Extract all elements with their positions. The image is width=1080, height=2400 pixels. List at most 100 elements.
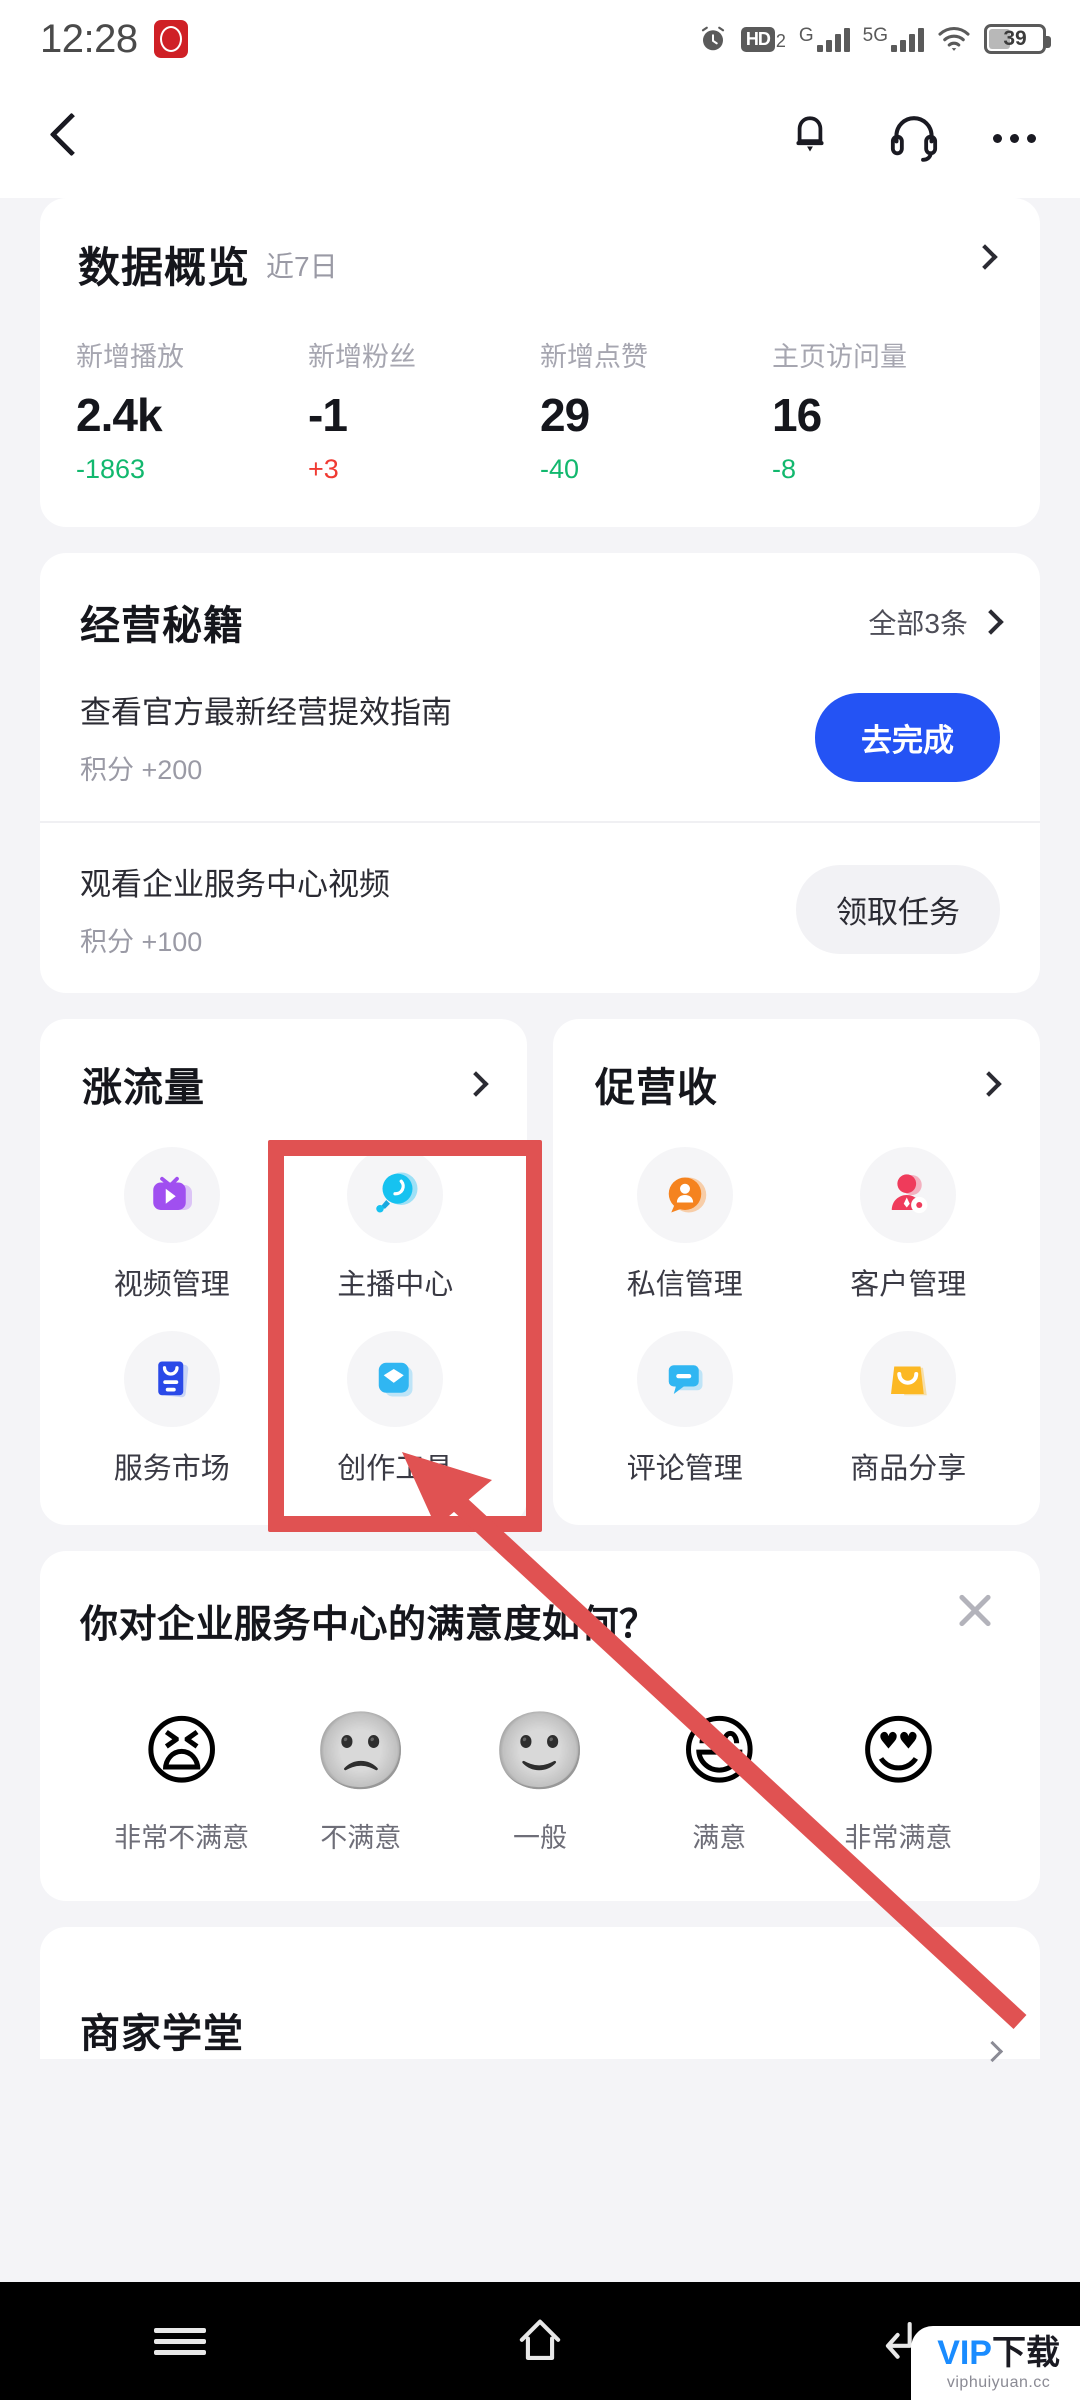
metric-delta: -8: [772, 454, 797, 484]
satisfaction-survey-card: 你对企业服务中心的满意度如何？ 😫 非常不满意 🙁 不满意 🙂 一般 😄 满意 …: [40, 1551, 1040, 1901]
survey-option[interactable]: 😍 非常满意: [809, 1704, 988, 1855]
task-action-button[interactable]: 去完成: [815, 692, 1000, 782]
wifi-icon: [938, 26, 970, 51]
survey-option-label: 满意: [692, 1823, 747, 1853]
survey-option-label: 非常满意: [844, 1823, 953, 1853]
chevron-right-icon: [978, 609, 1004, 635]
private-message-icon: [636, 1147, 733, 1243]
panel-traffic-growth: 涨流量 视频管理 主播中心 服务市场 创作工具: [40, 1019, 527, 1525]
watermark-site: viphuiyuan.cc: [946, 2374, 1051, 2391]
metric-value: 16: [772, 389, 822, 441]
tile-creator-tools[interactable]: 创作工具: [284, 1331, 508, 1487]
overview-period: 近7日: [266, 250, 338, 282]
merchant-academy-card[interactable]: 商家学堂: [40, 1927, 1040, 2063]
metric-label: 新增粉丝: [308, 342, 416, 372]
status-bar-right: HD 2 G 5G 39: [698, 24, 1051, 54]
tile-service-market[interactable]: 服务市场: [60, 1331, 284, 1487]
tile-customer-manage[interactable]: 客户管理: [797, 1147, 1021, 1303]
task-title: 观看企业服务中心视频: [80, 867, 390, 902]
tile-product-share[interactable]: 商品分享: [797, 1331, 1021, 1487]
task-claim-button[interactable]: 领取任务: [796, 864, 1000, 954]
metric-item[interactable]: 新增粉丝 -1 +3: [308, 335, 540, 485]
tile-video-manage[interactable]: 视频管理: [60, 1147, 284, 1303]
tile-label: 服务市场: [113, 1453, 230, 1485]
panel-tiles: 视频管理 主播中心 服务市场 创作工具: [60, 1147, 507, 1487]
survey-option[interactable]: 😄 满意: [630, 1704, 809, 1855]
signal-5g-icon: 5G: [863, 26, 924, 52]
task-points: 积分 +100: [80, 927, 203, 957]
metric-label: 新增点赞: [540, 342, 648, 372]
survey-option-label: 不满意: [320, 1823, 402, 1853]
emoji-neutral: 🙂: [492, 1709, 588, 1794]
panel-header[interactable]: 促营收: [573, 1055, 1020, 1113]
metric-label: 新增播放: [76, 342, 184, 372]
metrics-row: 新增播放 2.4k -1863 新增粉丝 -1 +3 新增点赞 29 -40 主…: [40, 295, 1040, 527]
cctv-icon: [153, 20, 188, 58]
panel-title: 促营收: [595, 1066, 718, 1110]
tile-label: 创作工具: [337, 1453, 454, 1485]
tile-label: 私信管理: [626, 1269, 743, 1301]
phone-screen: 12:28 HD 2 G 5G 39 数据概览 近7日 新增播放 2.4k -1…: [0, 0, 1080, 2400]
tile-label: 视频管理: [113, 1269, 230, 1301]
chevron-right-icon[interactable]: [463, 1071, 489, 1097]
survey-body: 你对企业服务中心的满意度如何？ 😫 非常不满意 🙁 不满意 🙂 一般 😄 满意 …: [40, 1551, 1040, 1901]
home-icon[interactable]: [480, 2282, 600, 2400]
emoji-dissatisfied: 🙁: [313, 1709, 409, 1794]
task-info: 查看官方最新经营提效指南 积分 +200: [80, 687, 452, 787]
watermark: VIP下载 viphuiyuan.cc: [911, 2326, 1080, 2400]
metric-item[interactable]: 新增点赞 29 -40: [540, 335, 772, 485]
signal-g-label: G: [798, 25, 814, 46]
panel-tiles: 私信管理 客户管理 评论管理 商品分享: [573, 1147, 1020, 1487]
tile-label: 主播中心: [337, 1269, 454, 1301]
signal-5g-bars: [891, 26, 924, 52]
close-icon[interactable]: [954, 1589, 996, 1631]
tile-label: 商品分享: [850, 1453, 967, 1485]
metric-item[interactable]: 新增播放 2.4k -1863: [76, 335, 308, 485]
feature-panels: 涨流量 视频管理 主播中心 服务市场 创作工具 促营收 私信管理 客户管理 评论…: [40, 1019, 1040, 1525]
back-button[interactable]: [52, 115, 78, 161]
hd-label: HD: [740, 26, 775, 52]
video-manage-icon: [123, 1147, 220, 1243]
chevron-right-icon[interactable]: [976, 1071, 1002, 1097]
signal-g-bars: [816, 26, 850, 52]
hd-sub: 2: [775, 30, 786, 51]
headset-icon[interactable]: [887, 111, 941, 165]
menu-icon[interactable]: [120, 2282, 240, 2400]
merchant-academy-title: 商家学堂: [80, 2012, 244, 2056]
tile-label: 客户管理: [850, 1269, 967, 1301]
chevron-right-icon[interactable]: [972, 244, 998, 270]
app-header: [0, 78, 1080, 198]
survey-option[interactable]: 😫 非常不满意: [92, 1704, 271, 1855]
bell-icon[interactable]: [785, 112, 835, 164]
creator-tools-icon: [347, 1331, 444, 1427]
tile-private-message[interactable]: 私信管理: [573, 1147, 797, 1303]
watermark-cn: 下载: [992, 2334, 1060, 2372]
watermark-title: VIP下载: [937, 2336, 1060, 2370]
tile-comment-manage[interactable]: 评论管理: [573, 1331, 797, 1487]
task-title: 查看官方最新经营提效指南: [80, 695, 452, 730]
survey-option[interactable]: 🙁 不满意: [271, 1704, 450, 1855]
tips-header: 经营秘籍 全部3条: [40, 553, 1040, 651]
business-tips-card: 经营秘籍 全部3条 查看官方最新经营提效指南 积分 +200 去完成 观看企业服…: [40, 553, 1040, 993]
tips-title: 经营秘籍: [80, 604, 244, 648]
comment-manage-icon: [636, 1331, 733, 1427]
tile-anchor-center[interactable]: 主播中心: [284, 1147, 508, 1303]
tips-view-all-link[interactable]: 全部3条: [868, 602, 1004, 642]
survey-options: 😫 非常不满意 🙁 不满意 🙂 一般 😄 满意 😍 非常满意: [80, 1704, 1000, 1855]
panel-title: 涨流量: [82, 1066, 205, 1110]
metric-item[interactable]: 主页访问量 16 -8: [772, 335, 1004, 485]
alarm-icon: [701, 26, 724, 51]
panel-header[interactable]: 涨流量: [60, 1055, 507, 1113]
survey-option[interactable]: 🙂 一般: [450, 1704, 629, 1855]
customer-manage-icon: [860, 1147, 957, 1243]
status-bar: 12:28 HD 2 G 5G 39: [0, 0, 1080, 78]
task-info: 观看企业服务中心视频 积分 +100: [80, 859, 390, 959]
status-time: 12:28: [40, 16, 138, 61]
metric-delta: -1863: [76, 454, 146, 484]
metric-label: 主页访问量: [772, 342, 907, 372]
overview-header: 数据概览 近7日: [40, 198, 1040, 295]
data-overview-card[interactable]: 数据概览 近7日 新增播放 2.4k -1863 新增粉丝 -1 +3 新增点赞…: [40, 198, 1040, 527]
status-bar-left: 12:28: [40, 17, 188, 62]
more-dots-icon[interactable]: [993, 133, 1036, 143]
emoji-very-satisfied: 😍: [858, 1709, 939, 1794]
